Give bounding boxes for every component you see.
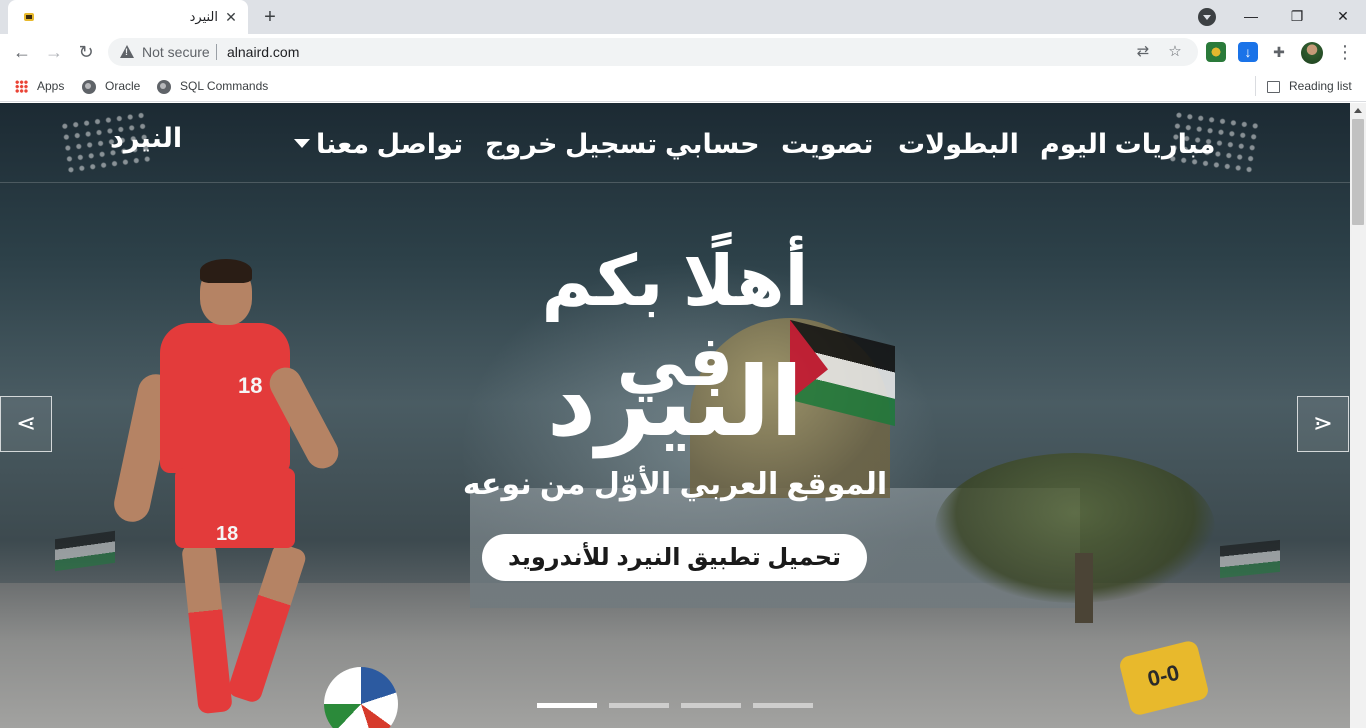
- scrollbar-thumb[interactable]: [1352, 119, 1364, 225]
- flag-image: [1220, 539, 1280, 579]
- bookmark-sql-commands[interactable]: SQL Commands: [157, 77, 268, 95]
- nav-tournaments[interactable]: البطولات: [898, 129, 1019, 160]
- minimize-button[interactable]: —: [1228, 0, 1274, 34]
- player-image: 18 18: [110, 259, 350, 728]
- tab-title: النيرد: [189, 9, 218, 24]
- menu-icon[interactable]: ⋮: [1336, 42, 1354, 62]
- tree-trunk: [1075, 553, 1093, 623]
- bookmark-apps[interactable]: Apps: [15, 77, 64, 95]
- hero-brand: النيرد: [546, 349, 804, 456]
- avatar[interactable]: [1301, 42, 1323, 64]
- tab-search-icon[interactable]: [1198, 8, 1216, 26]
- chevron-left-icon: ⋖: [15, 410, 37, 437]
- dropdown-caret-icon[interactable]: [294, 139, 310, 148]
- close-tab-icon[interactable]: ✕: [222, 8, 240, 26]
- player-leg: [181, 541, 233, 715]
- translate-icon[interactable]: ⇄: [1134, 43, 1152, 61]
- flag-image: [55, 530, 115, 572]
- page-scrollbar[interactable]: [1350, 103, 1366, 728]
- globe-icon: [157, 79, 171, 94]
- omnibox-divider: [216, 44, 217, 60]
- site-brand[interactable]: النيرد: [110, 123, 182, 154]
- close-window-button[interactable]: ✕: [1320, 0, 1366, 34]
- hero-subtitle: الموقع العربي الأوّل من نوعه: [462, 468, 888, 501]
- player-leg: [226, 541, 308, 705]
- bookmarks-bar: Apps Oracle SQL Commands Reading list: [0, 70, 1366, 102]
- player-shirt: [160, 323, 290, 473]
- star-icon[interactable]: ☆: [1166, 43, 1184, 61]
- tab-strip: النيرد ✕ + — ❐ ✕: [0, 0, 1366, 34]
- carousel-indicator[interactable]: [681, 703, 741, 708]
- download-android-app-button[interactable]: تحميل تطبيق النيرد للأندرويد: [482, 534, 867, 581]
- reload-icon[interactable]: ↻: [74, 40, 98, 64]
- nav-today-matches[interactable]: مباريات اليوم: [1040, 129, 1215, 160]
- new-tab-button[interactable]: +: [259, 6, 281, 28]
- url-text[interactable]: alnaird.com: [227, 44, 299, 60]
- carousel-next-button[interactable]: ⋗: [1297, 396, 1349, 452]
- bookmarks-divider: [1255, 76, 1256, 96]
- restore-button[interactable]: ❐: [1274, 0, 1320, 34]
- browser-tab[interactable]: النيرد ✕: [8, 0, 248, 34]
- carousel-indicator[interactable]: [537, 703, 597, 708]
- carousel-indicator[interactable]: [609, 703, 669, 708]
- reading-list-icon: [1267, 80, 1280, 93]
- scroll-up-icon[interactable]: [1354, 108, 1362, 113]
- back-icon[interactable]: ←: [10, 40, 34, 64]
- globe-icon: [82, 79, 96, 94]
- shirt-number: 18: [238, 373, 263, 398]
- nav-contact-us[interactable]: تواصل معنا: [316, 129, 463, 160]
- bookmark-oracle[interactable]: Oracle: [82, 77, 140, 95]
- shorts-number: 18: [216, 523, 239, 545]
- chevron-right-icon: ⋗: [1312, 410, 1334, 437]
- address-bar[interactable]: Not secure alnaird.com ⇄ ☆: [108, 38, 1198, 66]
- hero-section: 18 18 0-0 النيرد مباريات اليوم البطولات …: [0, 103, 1366, 728]
- reading-list[interactable]: Reading list: [1267, 77, 1352, 95]
- download-icon[interactable]: ↓: [1238, 42, 1258, 62]
- site-navbar: النيرد مباريات اليوم البطولات تصويت حساب…: [0, 103, 1350, 183]
- browser-toolbar: ← → ↻ Not secure alnaird.com ⇄ ☆ ↓ ✚ ⋮: [0, 34, 1366, 70]
- warning-icon: [120, 45, 134, 58]
- carousel-prev-button[interactable]: ⋖: [0, 396, 52, 452]
- nav-logout[interactable]: تسجيل خروج: [485, 129, 657, 160]
- puzzle-icon[interactable]: ✚: [1269, 42, 1289, 62]
- nav-vote[interactable]: تصويت: [781, 129, 873, 160]
- nav-my-account[interactable]: حسابي: [665, 129, 760, 160]
- security-label[interactable]: Not secure: [142, 44, 210, 60]
- carousel-indicator[interactable]: [753, 703, 813, 708]
- apps-grid-icon: [15, 80, 28, 94]
- player-hair: [200, 259, 252, 283]
- forward-icon[interactable]: →: [42, 40, 66, 64]
- site-favicon: [24, 13, 34, 21]
- extension-icon[interactable]: [1206, 42, 1226, 62]
